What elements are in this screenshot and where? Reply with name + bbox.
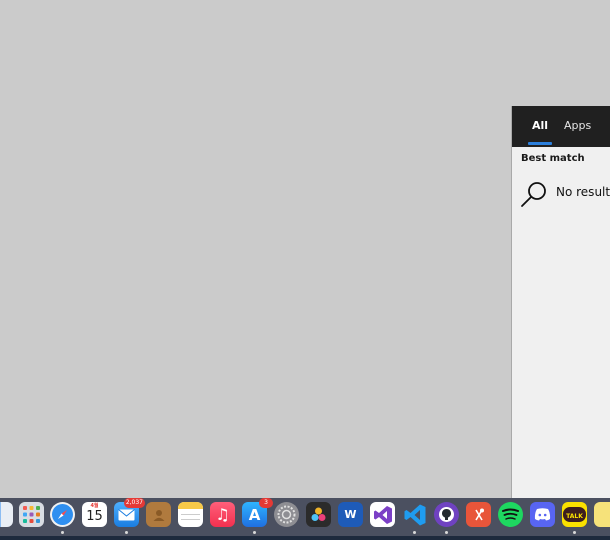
running-indicator [125, 531, 128, 534]
finder-icon[interactable] [0, 502, 13, 527]
running-indicator [573, 531, 576, 534]
spotify-waves-icon [502, 508, 519, 520]
tab-all[interactable]: All [527, 106, 553, 147]
mail-icon[interactable]: 2,037 [114, 498, 145, 534]
kakaotalk-icon[interactable]: TALK [562, 502, 587, 534]
dock-bottom-strip [0, 536, 610, 540]
person-glyph [153, 509, 164, 521]
github-cat-glyph [439, 507, 454, 522]
notes-line [181, 514, 200, 515]
music-icon[interactable]: ♫ [210, 502, 235, 527]
gear-icon [277, 505, 296, 524]
app-store-badge: 3 [259, 498, 273, 508]
tab-apps[interactable]: Apps [564, 106, 591, 147]
notes-header [178, 502, 203, 509]
spotify-icon[interactable] [498, 502, 523, 527]
mail-badge: 2,037 [123, 498, 145, 508]
vscode-icon[interactable] [402, 502, 427, 534]
app-store-glyph: A [248, 505, 261, 524]
running-indicator [445, 531, 448, 534]
best-match-result: No results [519, 180, 610, 210]
music-note-glyph: ♫ [215, 505, 230, 524]
system-preferences-icon[interactable] [274, 502, 299, 527]
notes-icon[interactable] [178, 502, 203, 527]
envelope-glyph [118, 508, 135, 520]
word-letter: W [344, 508, 357, 521]
discord-controller-icon [534, 508, 551, 521]
best-match-heading: Best match [521, 153, 585, 164]
microsoft-word-icon[interactable]: W [338, 502, 363, 527]
vs-glyph [373, 505, 392, 524]
stickies-icon[interactable] [594, 502, 610, 527]
running-indicator [61, 531, 64, 534]
kakaotalk-bubble: TALK [563, 507, 586, 522]
discord-icon[interactable] [530, 502, 555, 527]
kakaotalk-label: TALK [566, 513, 583, 520]
davinci-resolve-icon[interactable] [306, 502, 331, 527]
compass-glyph [52, 504, 73, 525]
running-indicator [253, 531, 256, 534]
github-desktop-icon[interactable] [434, 502, 459, 534]
running-indicator [413, 531, 416, 534]
safari-icon[interactable] [50, 502, 75, 534]
launchpad-icon[interactable] [19, 502, 44, 527]
calendar-icon[interactable]: 4월 15 [82, 502, 107, 527]
search-tabs-bar: All Apps [512, 106, 610, 147]
git-branch-icon [474, 508, 484, 520]
no-results-text: No results [556, 185, 610, 199]
dock: 4월 15 2,037 ♫ A 3 W TALK [0, 498, 610, 540]
notes-line [181, 519, 200, 520]
visual-studio-icon[interactable] [370, 502, 395, 527]
search-panel: All Apps Best match No results [511, 106, 610, 498]
app-store-icon[interactable]: A 3 [242, 498, 273, 534]
calendar-day: 15 [86, 509, 103, 524]
launchpad-grid [23, 506, 40, 523]
git-client-icon[interactable] [466, 502, 491, 527]
contacts-icon[interactable] [146, 502, 171, 527]
vscode-glyph [404, 504, 425, 525]
resolve-glyph [311, 507, 326, 521]
search-icon [521, 182, 546, 207]
